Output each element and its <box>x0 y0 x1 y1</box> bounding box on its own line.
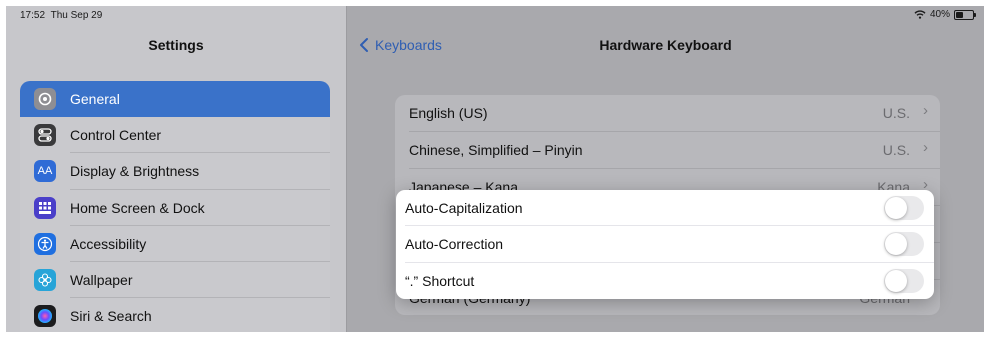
option-label: Auto-Capitalization <box>405 200 523 216</box>
back-label: Keyboards <box>375 37 442 53</box>
chevron-right-icon: › <box>923 102 928 119</box>
status-indicators: 40% <box>914 9 976 20</box>
option-label: “.” Shortcut <box>405 272 475 289</box>
date: Thu Sep 29 <box>50 10 103 21</box>
sidebar-item-control-center[interactable]: Control Center <box>20 117 330 154</box>
settings-list: General Control Center AA Display & Brig… <box>20 81 330 332</box>
period-shortcut-toggle[interactable] <box>884 268 924 293</box>
sidebar-item-label: Home Screen & Dock <box>70 199 205 216</box>
keyboard-layout: U.S. <box>882 105 910 121</box>
sidebar-item-label: Display & Brightness <box>70 163 200 180</box>
keyboard-name: English (US) <box>409 105 488 121</box>
accessibility-icon <box>34 232 56 255</box>
option-label: Auto-Correction <box>405 236 504 253</box>
sidebar: 17:52 Thu Sep 29 Settings General Contro… <box>6 6 346 332</box>
sidebar-item-wallpaper[interactable]: Wallpaper <box>20 262 330 299</box>
wifi-icon <box>914 10 926 19</box>
sidebar-item-label: Accessibility <box>70 235 147 252</box>
keyboard-row-chinese-pinyin[interactable]: Chinese, Simplified – Pinyin U.S. › <box>395 132 940 169</box>
text-size-icon: AA <box>34 160 56 183</box>
keyboard-row-english-us[interactable]: English (US) U.S. › <box>395 95 940 132</box>
page-title: Hardware Keyboard <box>599 37 732 53</box>
option-period-shortcut: “.” Shortcut <box>396 263 934 299</box>
auto-capitalization-toggle[interactable] <box>884 196 924 220</box>
keyboard-layout: U.S. <box>882 142 910 158</box>
sidebar-title: Settings <box>148 37 204 53</box>
option-auto-correction: Auto-Correction <box>396 226 934 263</box>
battery-icon <box>954 9 976 20</box>
battery-percent: 40% <box>929 9 950 20</box>
sidebar-item-label: Siri & Search <box>70 308 152 325</box>
sidebar-item-label: Control Center <box>70 127 162 144</box>
sidebar-item-accessibility[interactable]: Accessibility <box>20 226 330 262</box>
gear-icon <box>34 88 56 111</box>
status-time: 17:52 Thu Sep 29 <box>20 10 102 21</box>
chevron-right-icon: › <box>923 139 928 156</box>
sidebar-item-display-brightness[interactable]: AA Display & Brightness <box>20 153 330 190</box>
toggles-icon <box>34 124 56 147</box>
sidebar-item-siri-search[interactable]: Siri & Search <box>20 298 330 332</box>
grid-icon <box>34 196 56 219</box>
siri-icon <box>34 305 56 328</box>
back-button[interactable]: Keyboards <box>359 37 442 53</box>
sidebar-item-general[interactable]: General <box>20 81 330 118</box>
sidebar-item-home-screen-dock[interactable]: Home Screen & Dock <box>20 190 330 226</box>
auto-correction-toggle[interactable] <box>884 232 924 257</box>
clock: 17:52 <box>20 10 46 21</box>
keyboard-options-popup: Auto-Capitalization Auto-Correction “.” … <box>396 190 934 299</box>
flower-icon <box>34 269 56 292</box>
sidebar-item-label: General <box>70 91 120 108</box>
keyboard-name: Chinese, Simplified – Pinyin <box>409 142 583 158</box>
option-auto-capitalization: Auto-Capitalization <box>396 190 934 227</box>
sidebar-item-label: Wallpaper <box>70 272 133 289</box>
chevron-left-icon <box>360 38 368 52</box>
